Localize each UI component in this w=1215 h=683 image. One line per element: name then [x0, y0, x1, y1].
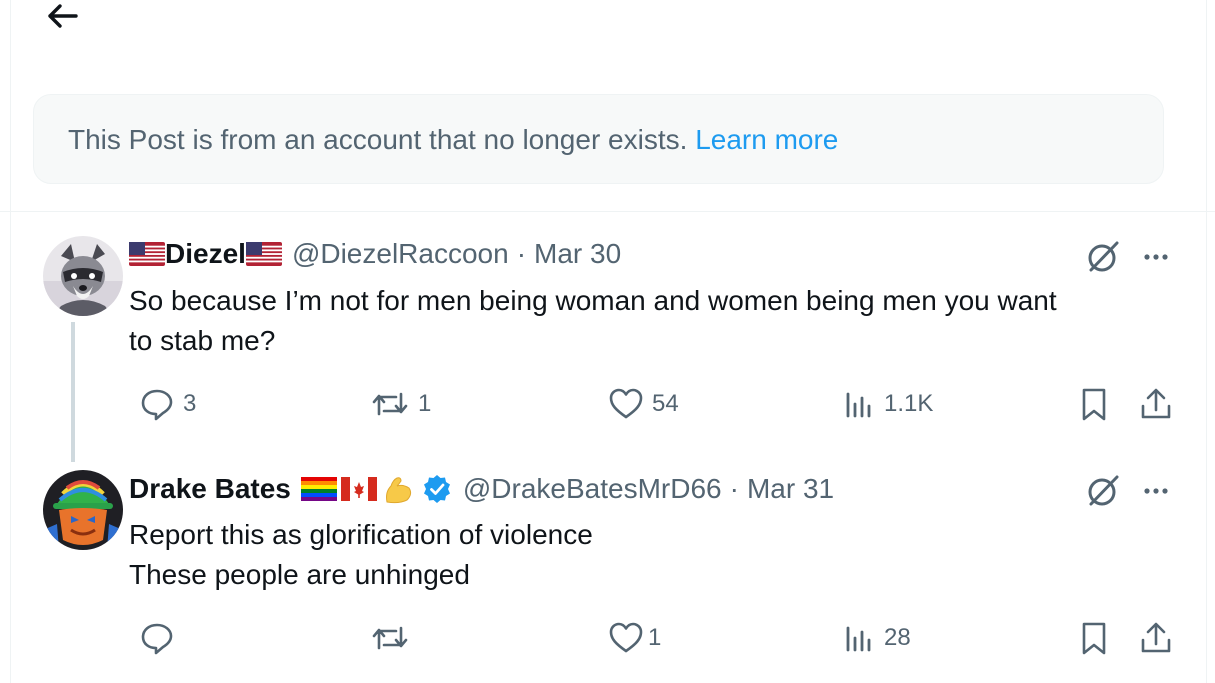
raccoon-avatar-icon: [43, 236, 123, 316]
repost-icon: [372, 626, 408, 650]
more-dots-icon: [1144, 254, 1168, 260]
back-arrow-icon: [48, 4, 78, 28]
reply-button[interactable]: [139, 620, 183, 656]
post-text-line: So because I’m not for men being woman a…: [129, 285, 1057, 316]
grok-icon: [1088, 475, 1119, 506]
flexed-biceps-icon: [385, 477, 411, 504]
more-options-button[interactable]: [1137, 471, 1177, 511]
share-icon: [1141, 388, 1171, 419]
post-date[interactable]: Mar 31: [747, 473, 834, 505]
post-text: So because I’m not for men being woman a…: [129, 281, 1057, 361]
repost-button[interactable]: [370, 620, 418, 656]
views-button[interactable]: 1.1K: [844, 386, 933, 422]
post-text: Report this as glorification of violence…: [129, 515, 593, 595]
share-icon: [1141, 622, 1171, 653]
repost-count: 1: [418, 390, 432, 417]
notice-text: This Post is from an account that no lon…: [68, 124, 688, 155]
bookmark-button[interactable]: [1076, 386, 1112, 422]
avatar[interactable]: [43, 236, 123, 316]
view-count: 1.1K: [884, 390, 934, 417]
share-button[interactable]: [1138, 620, 1174, 656]
more-dots-icon: [1144, 488, 1168, 494]
reply-icon: [141, 389, 173, 421]
bookmark-button[interactable]: [1076, 620, 1112, 656]
canada-flag-icon: [340, 477, 377, 501]
views-chart-icon: [846, 392, 871, 418]
deleted-post-notice: This Post is from an account that no lon…: [33, 94, 1164, 184]
views-button[interactable]: 28: [844, 620, 911, 656]
grok-button[interactable]: [1083, 471, 1123, 511]
views-chart-icon: [846, 626, 871, 652]
us-flag-icon: [129, 242, 165, 266]
repost-button[interactable]: 1: [370, 386, 431, 422]
user-handle[interactable]: @DrakeBatesMrD66: [463, 473, 722, 505]
bookmark-icon: [1082, 388, 1106, 421]
grok-icon: [1088, 241, 1119, 272]
dragon-avatar-icon: [43, 470, 123, 550]
post-text-line: to stab me?: [129, 325, 276, 356]
like-count: 1: [648, 624, 662, 651]
rainbow-flag-icon: [300, 477, 337, 501]
thread-line: [71, 322, 75, 462]
display-name[interactable]: Drake Bates: [129, 473, 291, 505]
post-date[interactable]: Mar 30: [534, 238, 621, 270]
repost-icon: [372, 392, 408, 416]
display-name[interactable]: Diezel: [165, 238, 246, 270]
learn-more-link[interactable]: Learn more: [695, 124, 838, 155]
heart-icon: [609, 622, 643, 653]
reply-icon: [141, 623, 173, 655]
avatar[interactable]: [43, 470, 123, 550]
separator: ·: [729, 473, 739, 504]
like-button[interactable]: 54: [608, 386, 679, 422]
back-button[interactable]: [36, 0, 92, 34]
us-flag-icon: [245, 242, 282, 266]
share-button[interactable]: [1138, 386, 1174, 422]
heart-icon: [609, 388, 643, 419]
grok-button[interactable]: [1083, 237, 1123, 277]
more-options-button[interactable]: [1137, 237, 1177, 277]
bookmark-icon: [1082, 622, 1106, 655]
like-count: 54: [652, 390, 679, 417]
separator: ·: [516, 238, 527, 269]
post-header: Drake Bates @DrakeBatesMrD66 · Mar 31: [129, 472, 834, 506]
user-handle[interactable]: @DiezelRaccoon: [292, 238, 509, 270]
post-text-line: Report this as glorification of violence: [129, 519, 593, 550]
reply-count: 3: [183, 390, 197, 417]
post-text-line: These people are unhinged: [129, 559, 470, 590]
post-header: Diezel @DiezelRaccoon · Mar 30: [129, 238, 621, 270]
verified-badge-icon[interactable]: [421, 473, 453, 505]
like-button[interactable]: 1: [608, 620, 661, 656]
reply-button[interactable]: 3: [139, 386, 196, 422]
view-count: 28: [884, 624, 911, 651]
divider: [0, 211, 1215, 212]
